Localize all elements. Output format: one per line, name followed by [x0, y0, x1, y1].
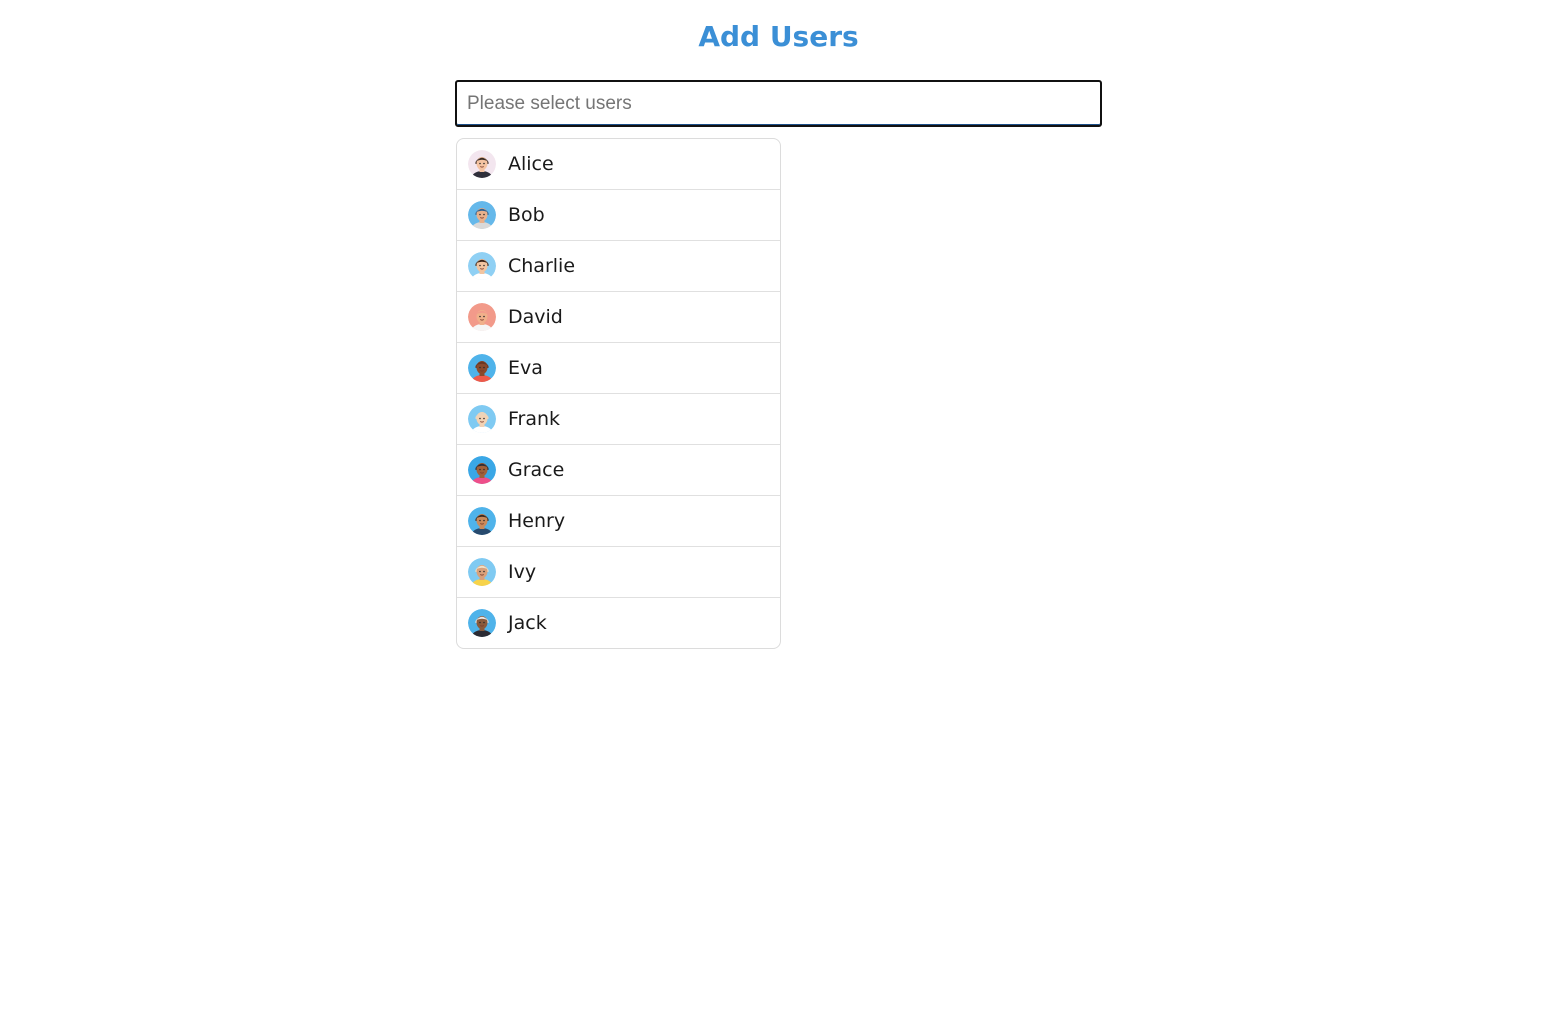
list-item[interactable]: Grace	[457, 445, 780, 496]
avatar-icon	[468, 456, 496, 484]
user-dropdown-list: Alice Bob Charlie David Eva Frank Grace	[456, 138, 781, 649]
list-item[interactable]: Henry	[457, 496, 780, 547]
avatar-icon	[468, 507, 496, 535]
add-users-page: Add Users Alice Bob Charlie David Eva Fr…	[0, 0, 1553, 1012]
user-name: David	[508, 306, 563, 328]
page-title: Add Users	[698, 20, 859, 53]
avatar-icon	[468, 252, 496, 280]
user-name: Alice	[508, 153, 554, 175]
avatar-icon	[468, 201, 496, 229]
list-item[interactable]: Frank	[457, 394, 780, 445]
avatar-icon	[468, 558, 496, 586]
user-select-input[interactable]	[455, 80, 1102, 127]
user-name: Grace	[508, 459, 565, 481]
user-name: Frank	[508, 408, 561, 430]
list-item[interactable]: Charlie	[457, 241, 780, 292]
user-name: Jack	[508, 612, 547, 634]
user-name: Ivy	[508, 561, 537, 583]
user-name: Charlie	[508, 255, 576, 277]
user-name: Henry	[508, 510, 566, 532]
list-item[interactable]: Ivy	[457, 547, 780, 598]
list-item[interactable]: Bob	[457, 190, 780, 241]
avatar-icon	[468, 303, 496, 331]
list-item[interactable]: Eva	[457, 343, 780, 394]
user-name: Bob	[508, 204, 545, 226]
avatar-icon	[468, 609, 496, 637]
avatar-icon	[468, 354, 496, 382]
list-item[interactable]: Alice	[457, 139, 780, 190]
list-item[interactable]: David	[457, 292, 780, 343]
list-item[interactable]: Jack	[457, 598, 780, 648]
avatar-icon	[468, 405, 496, 433]
avatar-icon	[468, 150, 496, 178]
user-name: Eva	[508, 357, 543, 379]
